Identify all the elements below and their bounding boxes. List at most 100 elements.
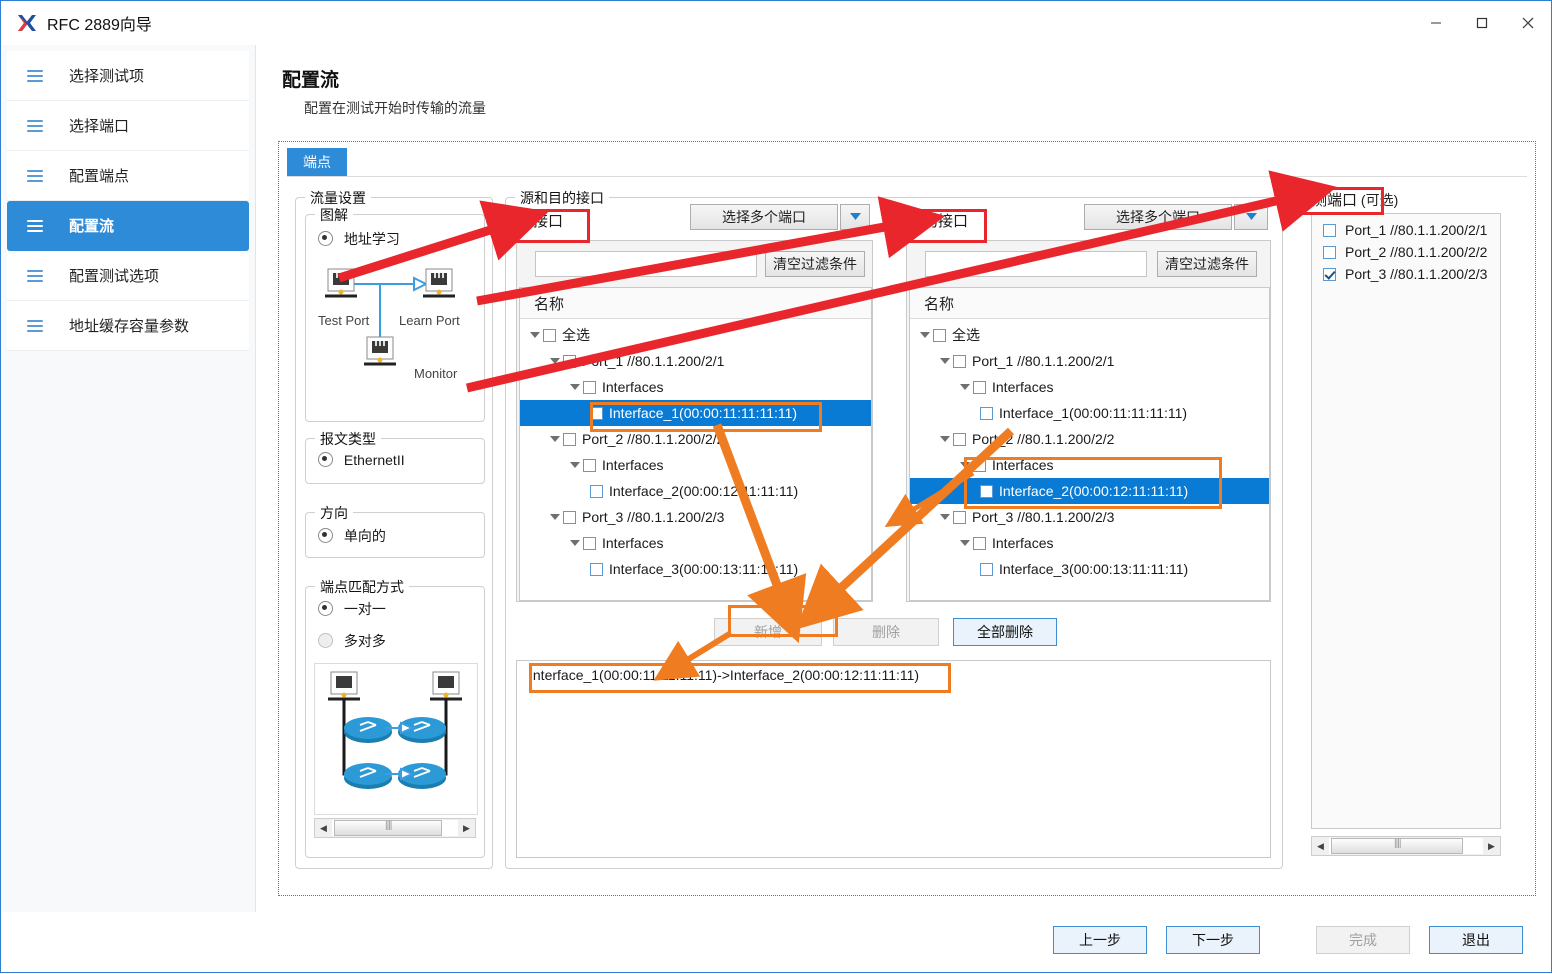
expander-icon[interactable]	[940, 514, 950, 520]
checkbox-icon[interactable]	[563, 510, 576, 524]
monitor-hscrollbar[interactable]: ◀ ▶	[1311, 836, 1501, 856]
monitor-list[interactable]: Port_1 //80.1.1.200/2/1 Port_2 //80.1.1.…	[1311, 213, 1501, 829]
checkbox-icon[interactable]	[1323, 267, 1336, 281]
expander-icon[interactable]	[570, 540, 580, 546]
tree-row[interactable]: Interface_3(00:00:13:11:11:11)	[910, 556, 1269, 582]
radio-icon	[318, 601, 333, 616]
expander-icon[interactable]	[550, 436, 560, 442]
page-subtitle: 配置在测试开始时传输的流量	[304, 100, 486, 116]
tree-row[interactable]: Interfaces	[520, 452, 871, 478]
endpoint-match-legend: 端点匹配方式	[315, 577, 409, 597]
source-filter-input[interactable]	[535, 251, 757, 277]
tree-row[interactable]: Port_1 //80.1.1.200/2/1	[910, 348, 1269, 374]
checkbox-icon[interactable]	[590, 562, 603, 576]
annotation-box-destination-selected-row	[964, 457, 1222, 509]
match-topology-diagram	[314, 663, 478, 815]
tab-endpoint[interactable]: 端点	[287, 148, 347, 177]
tree-row[interactable]: Port_3 //80.1.1.200/2/3	[520, 504, 871, 530]
scroll-left-icon[interactable]: ◀	[315, 819, 332, 837]
expander-icon[interactable]	[530, 332, 540, 338]
match-diagram-hscrollbar[interactable]: ◀ ▶	[314, 818, 476, 838]
endpoint-match-radio-0[interactable]: 一对一	[318, 599, 386, 619]
tree-row[interactable]: Interfaces	[910, 530, 1269, 556]
scroll-thumb[interactable]	[1331, 838, 1464, 854]
destination-filter-input[interactable]	[925, 251, 1147, 277]
checkbox-icon[interactable]	[953, 510, 966, 524]
checkbox-icon[interactable]	[933, 328, 946, 342]
source-select-multi-button[interactable]: 选择多个端口	[690, 204, 838, 230]
destination-tree[interactable]: 名称 全选 Port_1 //80.1.1.200/2/1 Interfaces	[909, 287, 1270, 601]
prev-button[interactable]: 上一步	[1053, 926, 1147, 954]
checkbox-icon[interactable]	[583, 380, 596, 394]
maximize-icon[interactable]	[1459, 1, 1505, 45]
tree-row[interactable]: Interface_2(00:00:12:11:11:11)	[520, 478, 871, 504]
tree-row[interactable]: Interfaces	[520, 374, 871, 400]
scroll-right-icon[interactable]: ▶	[1483, 837, 1500, 855]
destination-clear-filter-button[interactable]: 清空过滤条件	[1157, 251, 1257, 277]
source-tree[interactable]: 名称 全选 Port_1 //80.1.1.200/2/1 Interfaces	[519, 287, 872, 601]
expander-icon[interactable]	[940, 436, 950, 442]
source-clear-filter-button[interactable]: 清空过滤条件	[765, 251, 865, 277]
tree-row[interactable]: Interfaces	[520, 530, 871, 556]
delete-flow-button[interactable]: 删除	[833, 618, 939, 646]
checkbox-icon[interactable]	[543, 328, 556, 342]
expander-icon[interactable]	[960, 384, 970, 390]
checkbox-icon[interactable]	[973, 380, 986, 394]
expander-icon[interactable]	[550, 358, 560, 364]
checkbox-icon[interactable]	[973, 536, 986, 550]
address-learning-radio[interactable]: 地址学习	[318, 229, 400, 249]
tree-row[interactable]: Port_2 //80.1.1.200/2/2	[910, 426, 1269, 452]
scroll-left-icon[interactable]: ◀	[1312, 837, 1329, 855]
destination-select-multi-button[interactable]: 选择多个端口	[1084, 204, 1232, 230]
packet-type-legend: 报文类型	[315, 429, 381, 449]
next-button[interactable]: 下一步	[1166, 926, 1260, 954]
minimize-icon[interactable]	[1413, 1, 1459, 45]
checkbox-icon[interactable]	[563, 432, 576, 446]
sidebar-item-4[interactable]: 配置测试选项	[7, 251, 249, 301]
expander-icon[interactable]	[570, 462, 580, 468]
checkbox-icon[interactable]	[953, 432, 966, 446]
expander-icon[interactable]	[570, 384, 580, 390]
delete-all-flows-button[interactable]: 全部删除	[953, 618, 1057, 646]
tree-row[interactable]: Interfaces	[910, 374, 1269, 400]
endpoint-match-radio-1[interactable]: 多对多	[318, 631, 386, 651]
tree-row[interactable]: 全选	[910, 322, 1269, 348]
sidebar-item-3[interactable]: 配置流	[7, 201, 249, 251]
checkbox-icon[interactable]	[563, 354, 576, 368]
scroll-right-icon[interactable]: ▶	[458, 819, 475, 837]
packet-type-radio[interactable]: EthernetII	[318, 452, 405, 468]
expander-icon[interactable]	[940, 358, 950, 364]
checkbox-icon[interactable]	[590, 484, 603, 498]
expander-icon[interactable]	[550, 514, 560, 520]
expander-icon[interactable]	[920, 332, 930, 338]
sidebar: 选择测试项 选择端口 配置端点 配置流 配置测试选项 地址缓存容量参数	[1, 45, 256, 922]
scroll-track[interactable]	[1329, 838, 1483, 854]
tree-row[interactable]: Interface_1(00:00:11:11:11:11)	[910, 400, 1269, 426]
tree-row[interactable]: Port_1 //80.1.1.200/2/1	[520, 348, 871, 374]
scroll-thumb[interactable]	[334, 820, 443, 836]
checkbox-icon[interactable]	[583, 536, 596, 550]
checkbox-icon[interactable]	[953, 354, 966, 368]
sidebar-item-5[interactable]: 地址缓存容量参数	[7, 301, 249, 351]
checkbox-icon[interactable]	[980, 562, 993, 576]
sidebar-item-2[interactable]: 配置端点	[7, 151, 249, 201]
monitor-list-item[interactable]: Port_1 //80.1.1.200/2/1	[1312, 219, 1500, 241]
checkbox-icon[interactable]	[583, 458, 596, 472]
checkbox-icon[interactable]	[980, 406, 993, 420]
tree-row[interactable]: 全选	[520, 322, 871, 348]
tree-row[interactable]: Interface_3(00:00:13:11:11:11)	[520, 556, 871, 582]
monitor-list-item[interactable]: Port_2 //80.1.1.200/2/2	[1312, 241, 1500, 263]
scroll-track[interactable]	[332, 820, 458, 836]
destination-dropdown-button[interactable]	[1234, 204, 1268, 230]
expander-icon[interactable]	[960, 540, 970, 546]
checkbox-icon[interactable]	[1323, 223, 1336, 237]
direction-radio[interactable]: 单向的	[318, 526, 386, 546]
source-dropdown-button[interactable]	[840, 204, 870, 230]
sidebar-item-0[interactable]: 选择测试项	[7, 51, 249, 101]
finish-button[interactable]: 完成	[1316, 926, 1410, 954]
close-icon[interactable]	[1505, 1, 1551, 45]
monitor-list-item[interactable]: Port_3 //80.1.1.200/2/3	[1312, 263, 1500, 285]
checkbox-icon[interactable]	[1323, 245, 1336, 259]
exit-button[interactable]: 退出	[1429, 926, 1523, 954]
sidebar-item-1[interactable]: 选择端口	[7, 101, 249, 151]
